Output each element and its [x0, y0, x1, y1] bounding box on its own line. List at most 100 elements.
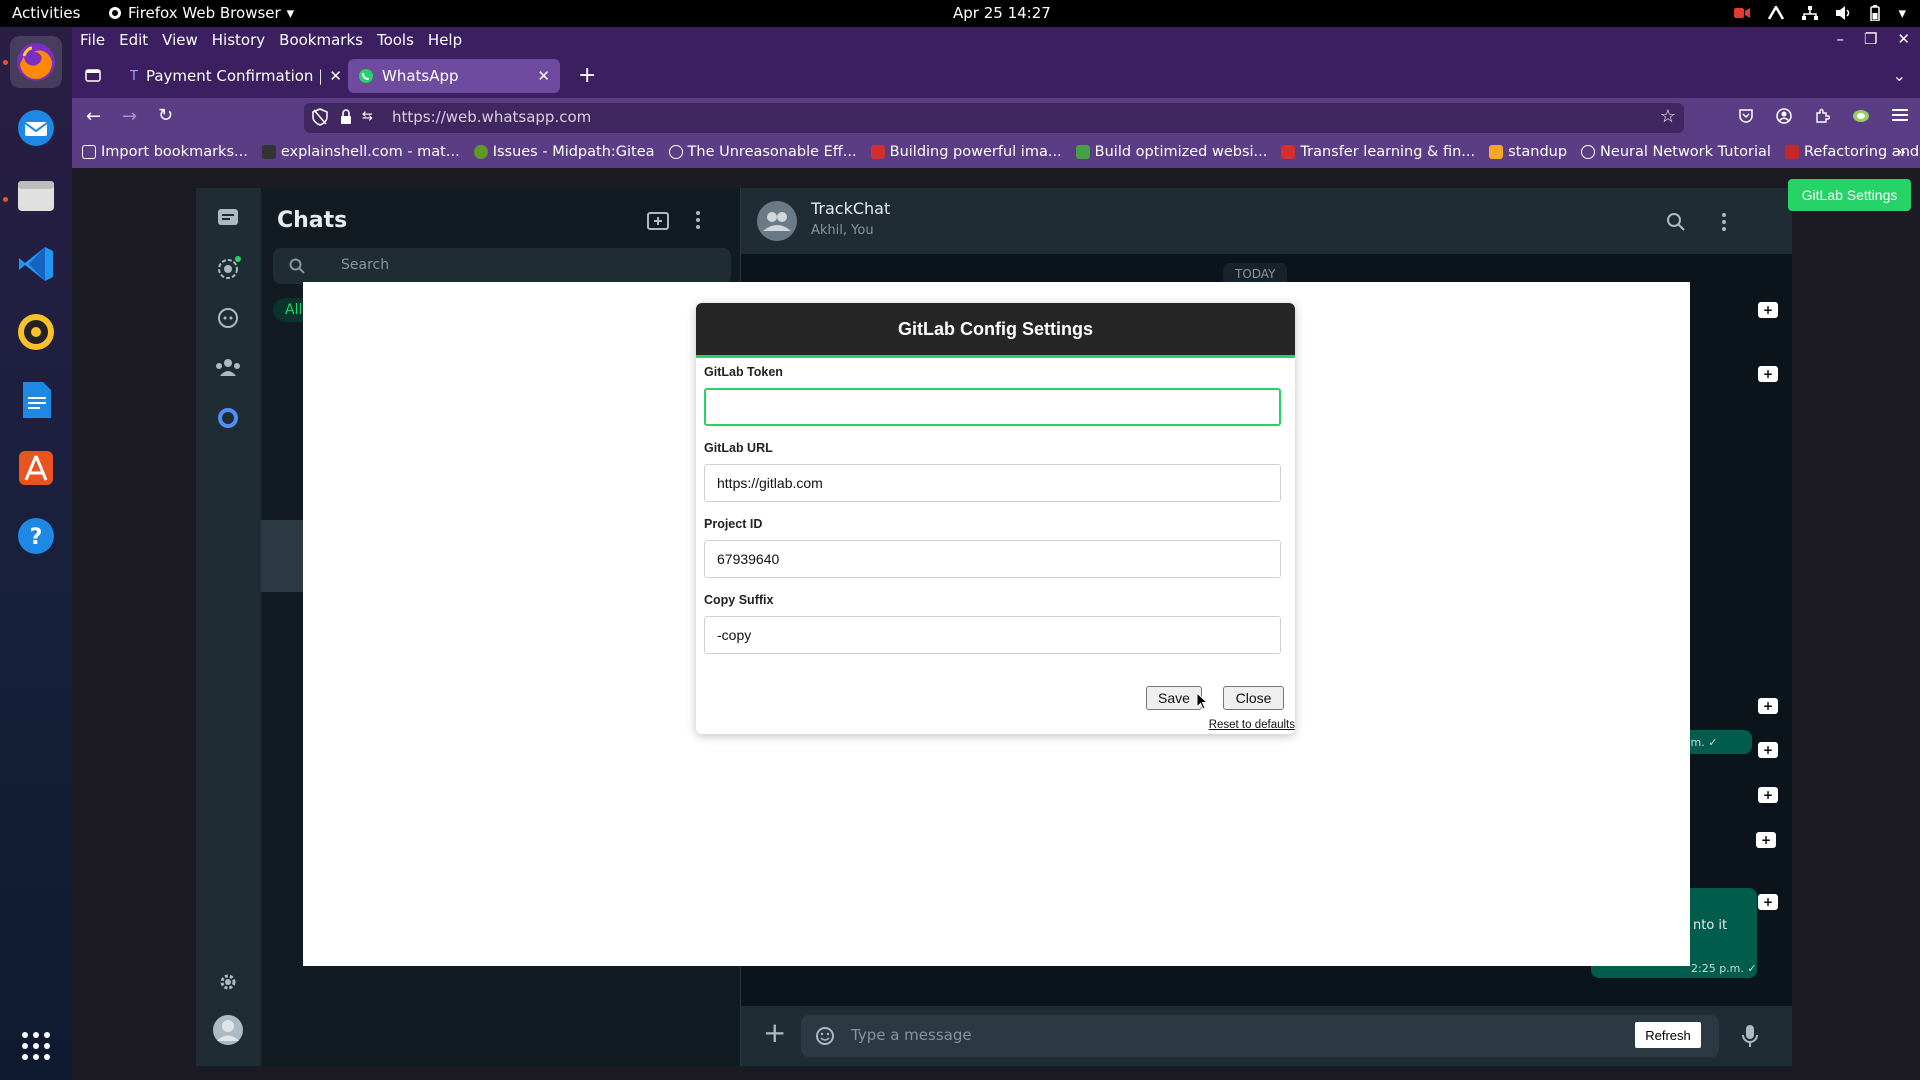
restore-icon[interactable]: ❐	[1864, 30, 1877, 48]
conversation-menu-icon[interactable]	[1721, 212, 1727, 232]
bookmark-item[interactable]: Transfer learning & fin...	[1281, 144, 1475, 160]
list-tabs-chevron-icon[interactable]: ⌄	[1893, 66, 1906, 85]
profile-avatar[interactable]	[212, 1014, 244, 1046]
status-icon[interactable]	[216, 255, 242, 281]
gitlab-settings-button[interactable]: GitLab Settings	[1788, 179, 1911, 211]
channels-icon[interactable]	[216, 306, 240, 330]
app-center-dock-icon[interactable]	[10, 442, 62, 494]
vscode-dock-icon[interactable]	[10, 238, 62, 290]
bookmark-item[interactable]: standup	[1489, 144, 1567, 160]
close-window-icon[interactable]: ✕	[1897, 30, 1910, 48]
menu-kebab-icon[interactable]	[695, 210, 701, 230]
reload-icon[interactable]: ↻	[158, 105, 173, 126]
new-tab-icon[interactable]: +	[578, 63, 596, 88]
forward-icon[interactable]: →	[122, 106, 137, 127]
menu-edit[interactable]: Edit	[119, 31, 148, 49]
message-action-button[interactable]: +	[1758, 302, 1778, 318]
chats-icon[interactable]	[216, 207, 240, 229]
files-dock-icon[interactable]	[10, 170, 62, 222]
bookmark-item[interactable]: Issues - Midpath:Gitea	[473, 144, 655, 160]
message-action-button[interactable]: +	[1758, 698, 1778, 714]
hamburger-menu-icon[interactable]	[1892, 108, 1908, 122]
message-action-button[interactable]: +	[1758, 366, 1778, 382]
message-action-button[interactable]: +	[1758, 742, 1778, 758]
permissions-icon[interactable]: ⇆	[362, 109, 373, 124]
gitlab-url-input[interactable]	[704, 464, 1281, 502]
bookmark-item[interactable]: Build optimized websi...	[1075, 144, 1267, 160]
refresh-button[interactable]: Refresh	[1635, 1022, 1701, 1048]
microphone-icon[interactable]	[1742, 1024, 1758, 1048]
menu-history[interactable]: History	[212, 31, 265, 49]
tab-whatsapp[interactable]: WhatsApp ✕	[348, 59, 560, 93]
rhythmbox-dock-icon[interactable]	[10, 306, 62, 358]
close-tab-icon[interactable]: ✕	[329, 67, 342, 85]
tab-payment-confirmation[interactable]: T Payment Confirmation | T ✕	[120, 59, 352, 93]
globe-icon	[668, 145, 683, 159]
project-id-input[interactable]	[704, 540, 1281, 578]
minimize-icon[interactable]: –	[1836, 30, 1844, 48]
gitlab-token-input[interactable]	[704, 388, 1281, 426]
copy-suffix-input[interactable]	[704, 616, 1281, 654]
reset-to-defaults-link[interactable]: Reset to defaults	[1209, 719, 1295, 731]
whatsapp-nav-rail	[196, 188, 261, 1066]
search-input[interactable]: Search	[273, 248, 731, 284]
settings-gear-icon[interactable]	[217, 971, 239, 993]
more-bookmarks-chevron-icon[interactable]: »	[1896, 142, 1906, 161]
close-button[interactable]: Close	[1223, 686, 1284, 710]
firefox-dock-icon[interactable]	[10, 36, 62, 88]
bookmark-item[interactable]: Building powerful ima...	[870, 144, 1062, 160]
bookmark-star-icon[interactable]: ☆	[1660, 106, 1676, 127]
refactoring-icon	[1784, 145, 1799, 159]
meta-ai-icon[interactable]	[217, 407, 239, 429]
explainshell-icon	[261, 145, 276, 159]
menu-view[interactable]: View	[162, 31, 198, 49]
gitlab-token-label: GitLab Token	[704, 365, 783, 379]
close-tab-icon[interactable]: ✕	[537, 67, 550, 85]
bookmark-item[interactable]: Neural Network Tutorial	[1581, 144, 1771, 160]
menu-file[interactable]: File	[80, 31, 105, 49]
chevron-down-icon: ▾	[286, 4, 295, 22]
url-text[interactable]: https://web.whatsapp.com	[392, 108, 591, 126]
conversation-header[interactable]: TrackChat Akhil, You	[741, 188, 1792, 254]
activities-button[interactable]: Activities	[12, 4, 80, 22]
app-menu[interactable]: Firefox Web Browser ▾	[108, 4, 294, 22]
search-messages-icon[interactable]	[1666, 212, 1686, 232]
tab-overview-icon[interactable]	[84, 66, 102, 84]
pocket-icon[interactable]	[1738, 108, 1754, 124]
emoji-icon[interactable]	[815, 1026, 835, 1046]
extensions-icon[interactable]	[1814, 108, 1830, 124]
menu-help[interactable]: Help	[428, 31, 462, 49]
group-avatar-icon[interactable]	[757, 201, 797, 241]
communities-icon[interactable]	[214, 356, 242, 378]
tracking-protection-icon[interactable]	[312, 108, 328, 126]
message-input[interactable]: Type a message	[801, 1015, 1719, 1057]
lock-icon[interactable]	[340, 109, 352, 125]
bookmark-item[interactable]: The Unreasonable Eff...	[668, 144, 857, 160]
new-chat-icon[interactable]	[647, 212, 669, 232]
attach-plus-icon[interactable]: +	[763, 1018, 786, 1048]
running-indicator	[3, 197, 8, 202]
tab-title: Payment Confirmation | T	[145, 67, 322, 85]
menu-bookmarks[interactable]: Bookmarks	[279, 31, 363, 49]
extension-avatar-icon[interactable]	[1852, 108, 1870, 124]
message-action-button[interactable]: +	[1758, 894, 1778, 910]
tab-bar: T Payment Confirmation | T ✕ WhatsApp ✕ …	[72, 54, 1920, 98]
gitea-icon	[473, 145, 488, 159]
help-dock-icon[interactable]: ?	[10, 510, 62, 562]
account-icon[interactable]	[1776, 108, 1792, 124]
save-button[interactable]: Save	[1146, 686, 1202, 710]
writer-dock-icon[interactable]	[10, 374, 62, 426]
url-bar[interactable]: ⇆ https://web.whatsapp.com ☆	[304, 103, 1684, 133]
bookmark-item[interactable]: Import bookmarks...	[82, 144, 248, 160]
clock[interactable]: Apr 25 14:27	[953, 4, 1051, 22]
bookmark-item[interactable]: explainshell.com - mat...	[261, 144, 460, 160]
menu-tools[interactable]: Tools	[377, 31, 414, 49]
system-tray[interactable]: ▾	[1734, 4, 1906, 22]
back-icon[interactable]: ←	[86, 106, 101, 127]
search-icon	[289, 258, 305, 274]
app-menu-label: Firefox Web Browser	[128, 4, 281, 22]
message-action-button[interactable]: +	[1756, 832, 1776, 848]
thunderbird-dock-icon[interactable]	[10, 102, 62, 154]
message-action-button[interactable]: +	[1758, 787, 1778, 803]
show-apps-icon[interactable]	[10, 1020, 62, 1072]
